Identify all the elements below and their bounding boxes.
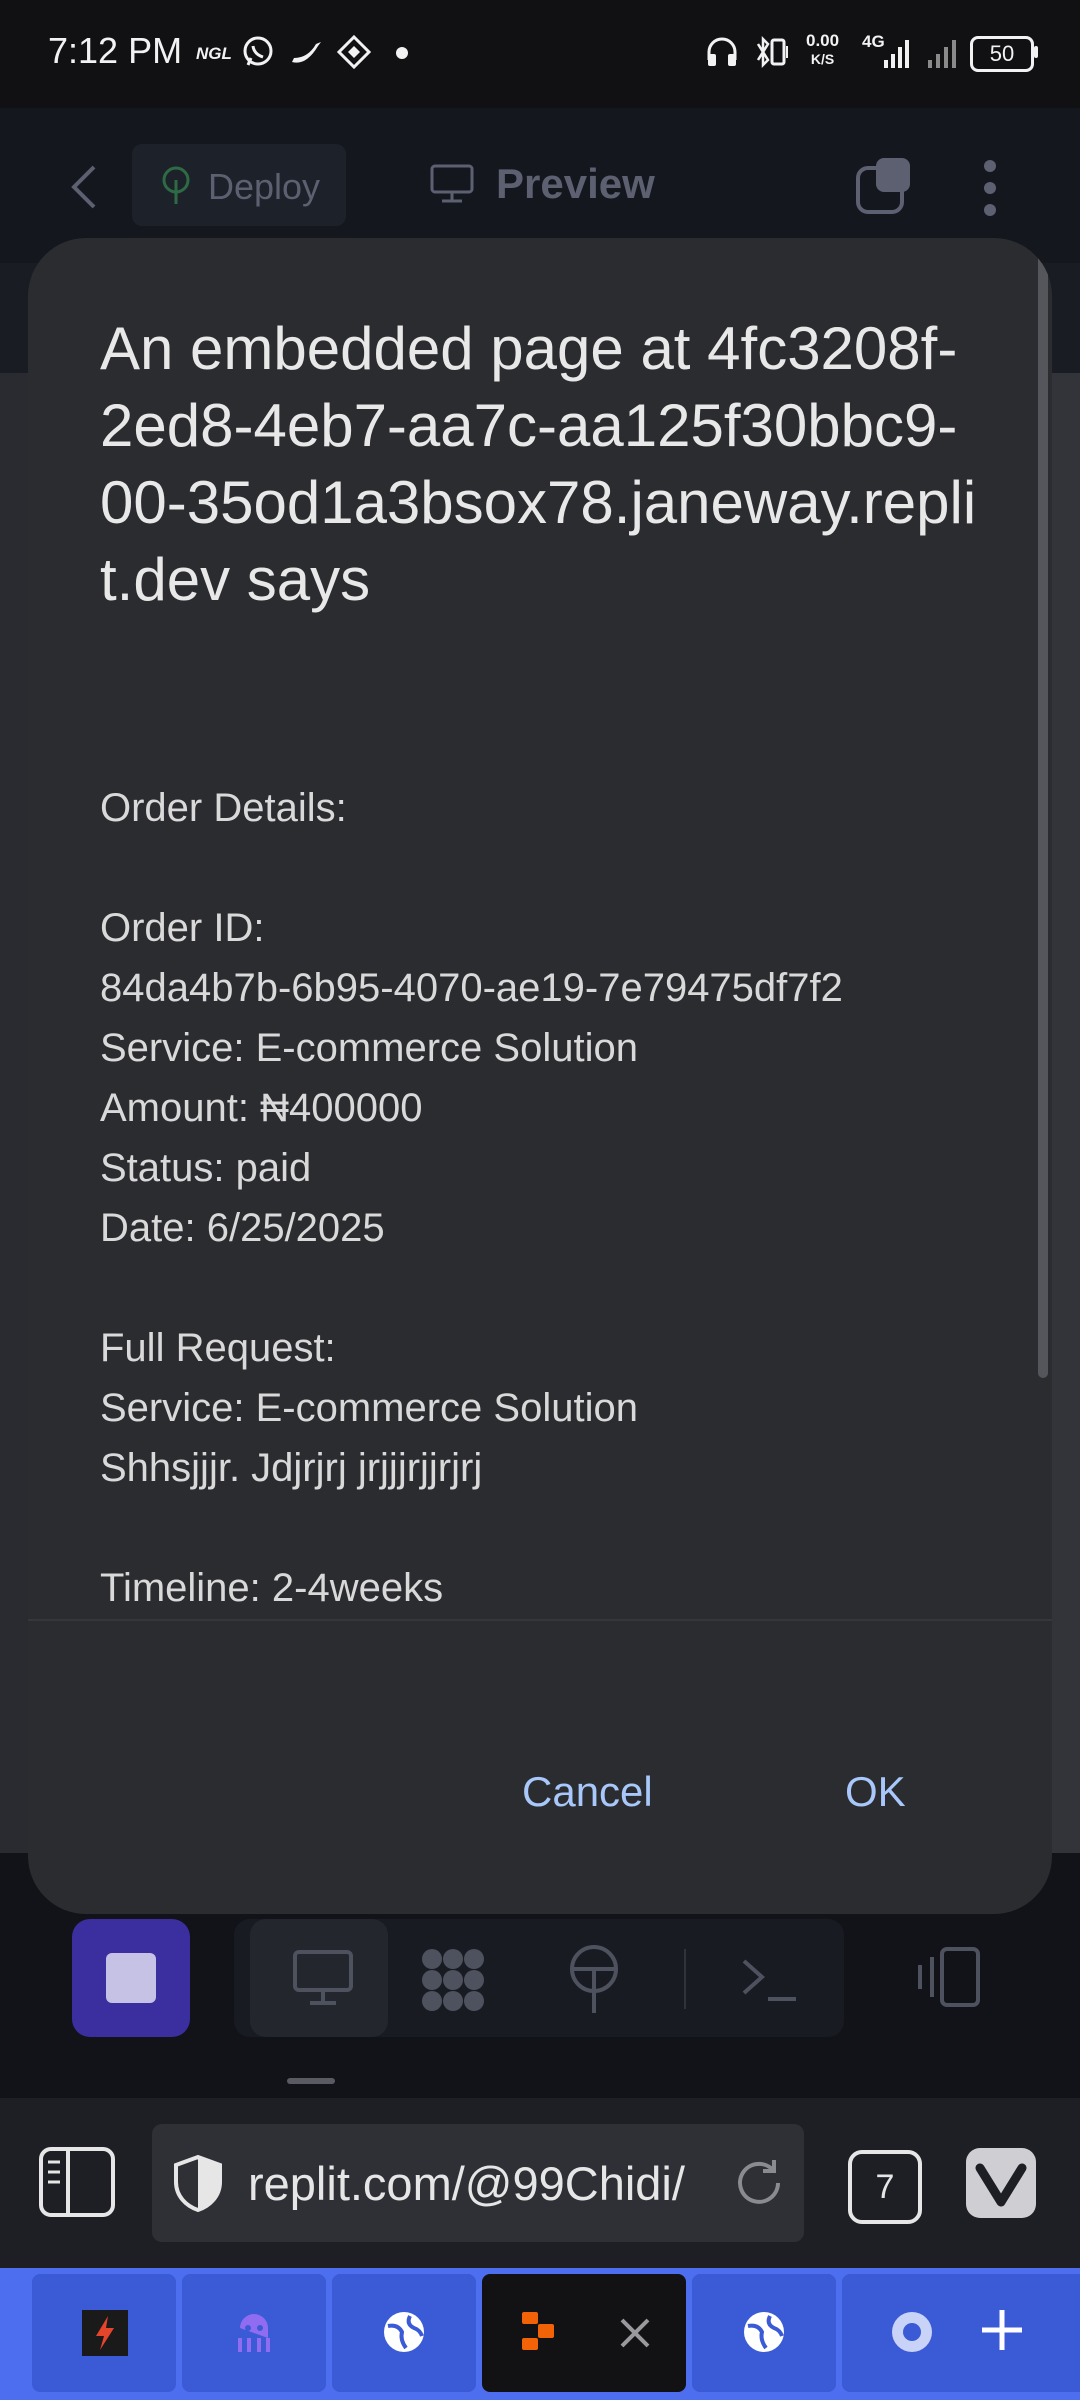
drag-handle[interactable]: [287, 2078, 335, 2084]
back-icon[interactable]: [66, 162, 102, 217]
dialog-scrollbar[interactable]: [1038, 238, 1048, 1378]
tab-2[interactable]: [182, 2274, 326, 2392]
chrome-icon: [890, 2310, 934, 2359]
full-request-heading: Full Request:: [100, 1326, 336, 1370]
deploy-button[interactable]: Deploy: [132, 144, 346, 226]
dialog-divider: [28, 1619, 1052, 1621]
tabs-overview-icon[interactable]: [854, 156, 914, 221]
battery-indicator: 50: [970, 36, 1034, 72]
tab-4-active[interactable]: [482, 2274, 686, 2392]
bluetooth-vibrate-icon: [752, 34, 792, 75]
panel-toggle-icon[interactable]: [38, 2146, 116, 2223]
order-id-label: Order ID:: [100, 906, 265, 950]
monitor-icon: [292, 1949, 354, 2012]
close-tab-icon[interactable]: [618, 2316, 652, 2355]
tab-6[interactable]: [842, 2274, 1080, 2392]
signal-weak-icon: [928, 34, 958, 75]
net-speed: 0.00 K/S: [806, 32, 839, 68]
status-bar: 7:12 PM NGL 0.00 K/S 4G 50: [0, 0, 1080, 108]
globe-icon: [382, 2310, 426, 2359]
dialog-title: An embedded page at 4fc3208f-2ed8-4eb7-a…: [100, 315, 977, 613]
vivaldi-menu-icon[interactable]: [964, 2146, 1038, 2225]
status-time: 7:12 PM: [48, 30, 183, 71]
net-speed-value: 0.00: [806, 31, 840, 50]
globe-icon: [742, 2310, 786, 2359]
amount-line: Amount: ₦400000: [100, 1086, 423, 1130]
headphones-icon: [704, 34, 740, 75]
timeline-line: Timeline: 2-4weeks: [100, 1566, 444, 1610]
stop-button[interactable]: [72, 1919, 190, 2037]
alert-dialog: An embedded page at 4fc3208f-2ed8-4eb7-a…: [28, 238, 1052, 1914]
shell-icon[interactable]: [740, 1955, 800, 2010]
tab-5[interactable]: [692, 2274, 836, 2392]
preview-icon: [430, 164, 474, 209]
tool-group: [234, 1919, 844, 2037]
replit-favicon: [518, 2310, 558, 2359]
order-details-heading: Order Details:: [100, 786, 347, 830]
status-line: Status: paid: [100, 1146, 312, 1190]
replit-agent-icon[interactable]: [418, 1945, 488, 2020]
ngl-icon: NGL: [196, 44, 232, 63]
signal-icon: [884, 34, 910, 75]
service-line: Service: E-commerce Solution: [100, 1026, 638, 1070]
battery-tip: [1034, 46, 1038, 58]
url-text[interactable]: replit.com/@99Chidi/: [248, 2156, 685, 2211]
notification-dot-icon: [396, 46, 408, 64]
tab-count-button[interactable]: 7: [848, 2150, 922, 2224]
stop-icon: [106, 1953, 156, 2003]
app-icon: [336, 34, 372, 75]
reload-icon[interactable]: [732, 2156, 786, 2215]
date-line: Date: 6/25/2025: [100, 1206, 385, 1250]
more-menu-icon[interactable]: [984, 158, 996, 223]
octopus-icon: [230, 2308, 278, 2361]
new-tab-icon[interactable]: [978, 2306, 1026, 2359]
preview-tool-button[interactable]: [250, 1919, 388, 2037]
tab-3[interactable]: [332, 2274, 476, 2392]
tab-1[interactable]: [32, 2274, 176, 2392]
deploy-label: Deploy: [208, 166, 321, 207]
cancel-button[interactable]: Cancel: [522, 1768, 653, 1816]
deploy-icon: [158, 166, 194, 211]
dialog-message: Order Details: Order ID: 84da4b7b-6b95-4…: [100, 778, 1000, 1618]
request-service-line: Service: E-commerce Solution: [100, 1386, 638, 1430]
network-type: 4G: [862, 32, 885, 51]
shield-icon[interactable]: [172, 2154, 224, 2217]
order-id-value: 84da4b7b-6b95-4070-ae19-7e79475df7f2: [100, 966, 843, 1010]
address-bar[interactable]: replit.com/@99Chidi/: [152, 2124, 804, 2242]
net-speed-unit: K/S: [810, 51, 835, 67]
deploy-tool-icon[interactable]: [564, 1945, 624, 2020]
pepper-icon: [288, 36, 324, 75]
tool-divider: [684, 1949, 686, 2009]
preview-label[interactable]: Preview: [496, 160, 655, 208]
ok-button[interactable]: OK: [845, 1768, 906, 1816]
bolt-app-icon: [82, 2310, 128, 2361]
whatsapp-icon: [240, 34, 276, 75]
device-layout-icon[interactable]: [912, 1947, 984, 2012]
request-text-line: Shhsjjjr. Jdjrjrj jrjjjrjjrjrj: [100, 1446, 483, 1490]
